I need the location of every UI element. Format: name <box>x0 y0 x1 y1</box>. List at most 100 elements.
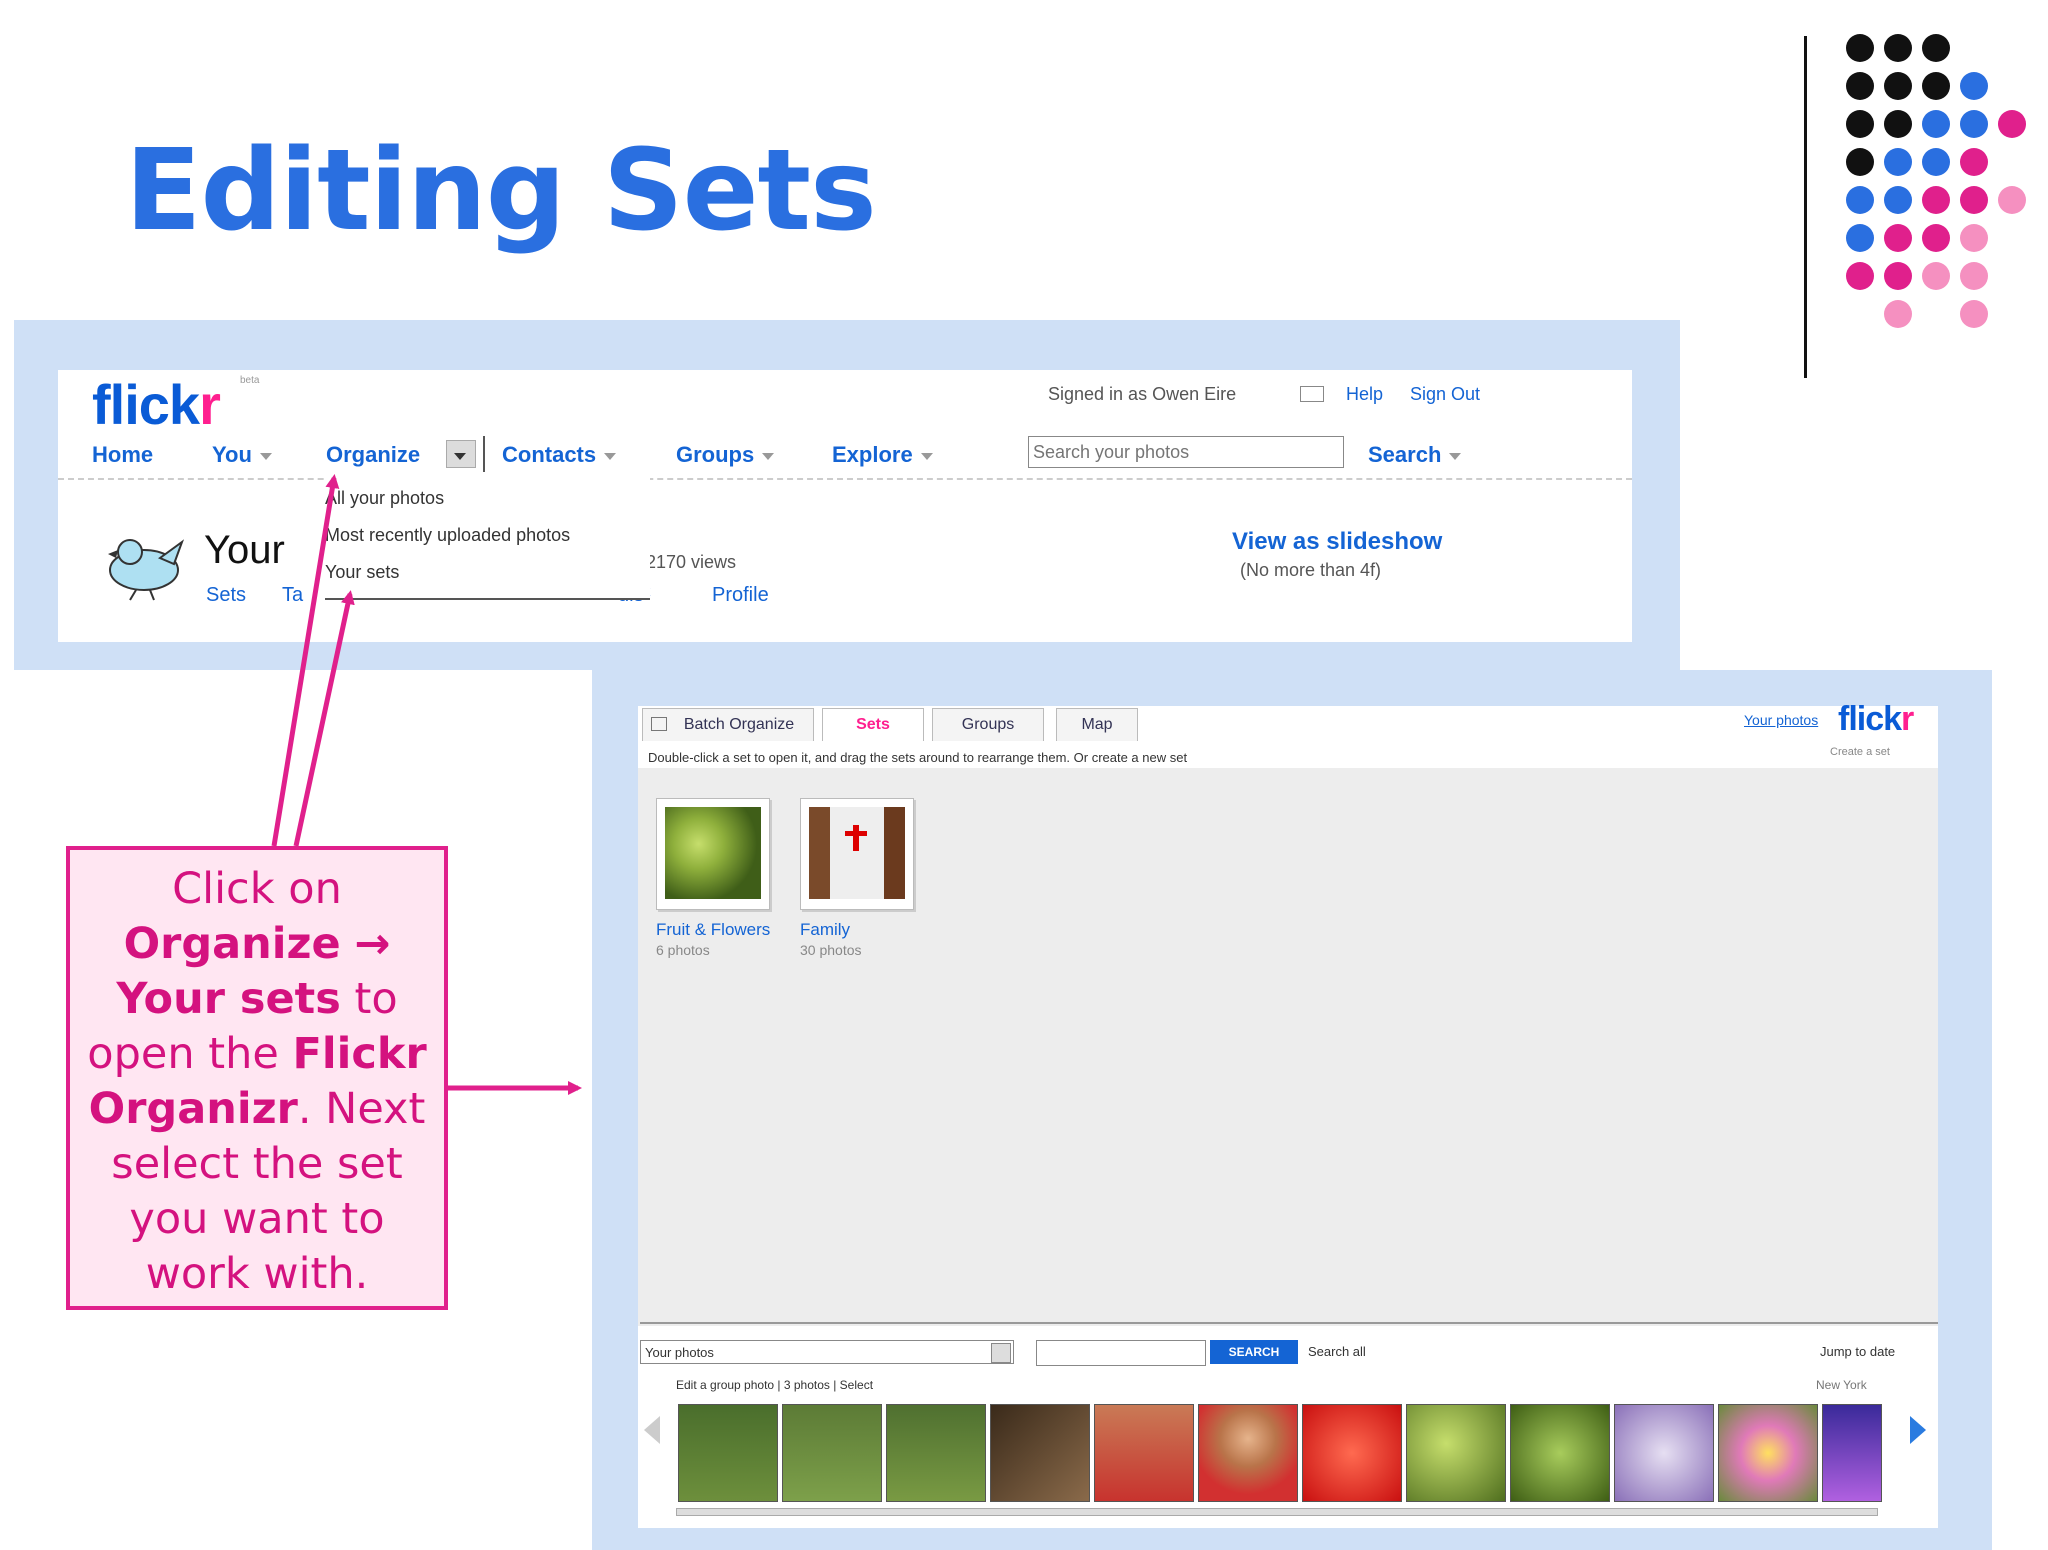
decorative-dot <box>1960 72 1988 100</box>
menu-item-your-sets[interactable]: Your sets <box>325 562 399 583</box>
chevron-down-icon[interactable] <box>991 1343 1011 1363</box>
chevron-down-icon[interactable] <box>920 452 933 460</box>
divider-line <box>1804 36 1807 378</box>
decorative-dot <box>1922 262 1950 290</box>
strip-scrollbar[interactable] <box>676 1508 1878 1516</box>
strip-photo[interactable] <box>1094 1404 1194 1502</box>
nav-separator <box>483 436 485 472</box>
set-cover-image <box>665 807 761 899</box>
scroll-left-icon[interactable] <box>644 1416 660 1444</box>
batch-organize-icon <box>651 717 667 731</box>
set-thumbnail-fruit-flowers[interactable] <box>656 798 770 910</box>
flickr-logo[interactable]: flickr <box>92 372 221 437</box>
nav-groups[interactable]: Groups <box>676 442 775 468</box>
nav-home[interactable]: Home <box>92 442 153 468</box>
nav-you[interactable]: You <box>212 442 272 468</box>
search-all-checkbox[interactable]: Search all <box>1308 1344 1366 1359</box>
jump-to-date[interactable]: Jump to date <box>1820 1344 1895 1359</box>
decorative-dot <box>1922 72 1950 100</box>
decorative-dot <box>1922 34 1950 62</box>
subnav-sets[interactable]: Sets <box>206 584 246 607</box>
flickr-logo-small[interactable]: flickr <box>1838 700 1914 739</box>
photo-filter-select[interactable]: Your photos <box>640 1340 1014 1364</box>
decorative-dot <box>1884 262 1912 290</box>
tab-map[interactable]: Map <box>1056 708 1138 741</box>
slideshow-note: (No more than 4f) <box>1240 560 1382 580</box>
strip-date: New York <box>1816 1378 1867 1392</box>
strip-photo[interactable] <box>678 1404 778 1502</box>
callout-line: Click on <box>172 864 342 914</box>
set-name-fruit-flowers[interactable]: Fruit & Flowers <box>656 920 770 940</box>
strip-divider <box>640 1322 1938 1324</box>
decorative-dot <box>1922 186 1950 214</box>
your-photos-link[interactable]: Your photos <box>1744 712 1818 728</box>
strip-photo[interactable] <box>886 1404 986 1502</box>
bird-icon <box>108 539 185 601</box>
slideshow-link[interactable]: View as slideshow <box>1232 528 1442 556</box>
chevron-down-icon[interactable] <box>604 452 617 460</box>
your-heading: Your <box>204 528 285 572</box>
nav-organize[interactable]: Organize <box>326 442 420 468</box>
create-set-corner[interactable]: Create a set <box>1830 746 1890 758</box>
decorative-dot <box>1998 186 2026 214</box>
scroll-right-icon[interactable] <box>1910 1416 1926 1444</box>
set-count: 30 photos <box>800 942 862 958</box>
decorative-dot <box>1884 224 1912 252</box>
decorative-dot <box>1922 224 1950 252</box>
decorative-dot <box>1846 110 1874 138</box>
callout-line: Your sets to <box>116 974 398 1024</box>
tab-sets[interactable]: Sets <box>822 708 924 741</box>
strip-photo[interactable] <box>1406 1404 1506 1502</box>
strip-photo[interactable] <box>1822 1404 1882 1502</box>
strip-photo[interactable] <box>1614 1404 1714 1502</box>
decorative-dot <box>1884 34 1912 62</box>
strip-photo[interactable] <box>990 1404 1090 1502</box>
search-input[interactable] <box>1028 436 1344 468</box>
instruction-callout: Click on Organize → Your sets to open th… <box>66 846 448 1310</box>
set-name-family[interactable]: Family <box>800 920 850 940</box>
decorative-dot <box>1846 34 1874 62</box>
organize-menu: All your photos Most recently uploaded p… <box>325 478 650 600</box>
menu-item-recent-uploads[interactable]: Most recently uploaded photos <box>325 525 570 546</box>
strip-photo[interactable] <box>1302 1404 1402 1502</box>
decorative-dot <box>1884 110 1912 138</box>
cross-mark <box>845 831 867 836</box>
set-cover-image <box>809 807 905 899</box>
strip-photo[interactable] <box>1510 1404 1610 1502</box>
strip-search-input[interactable] <box>1036 1340 1206 1366</box>
sign-out-link[interactable]: Sign Out <box>1410 384 1480 405</box>
help-link[interactable]: Help <box>1346 384 1383 405</box>
decorative-dot <box>1846 224 1874 252</box>
decorative-dot <box>1884 186 1912 214</box>
strip-info: Edit a group photo | 3 photos | Select <box>676 1378 874 1392</box>
callout-line: Organize → <box>123 919 391 969</box>
strip-photo[interactable] <box>1198 1404 1298 1502</box>
subnav-tags[interactable]: Ta <box>282 584 303 607</box>
strip-photo[interactable] <box>1718 1404 1818 1502</box>
strip-photo[interactable] <box>782 1404 882 1502</box>
tab-groups[interactable]: Groups <box>932 708 1044 741</box>
callout-line: work with. <box>145 1249 369 1299</box>
chevron-down-icon[interactable] <box>1449 452 1462 460</box>
nav-explore[interactable]: Explore <box>832 442 933 468</box>
tab-batch-organize[interactable]: Batch Organize <box>642 708 814 741</box>
decorative-dot <box>1884 300 1912 328</box>
nav-contacts[interactable]: Contacts <box>502 442 617 468</box>
organizr-instruction: Double-click a set to open it, and drag … <box>648 750 1188 765</box>
callout-line: Organizr. Next <box>88 1084 426 1134</box>
mail-icon[interactable] <box>1300 386 1324 402</box>
menu-item-all-photos[interactable]: All your photos <box>325 488 444 509</box>
beta-badge: beta <box>240 375 260 386</box>
decorative-dot <box>1846 262 1874 290</box>
strip-search-button[interactable]: SEARCH <box>1210 1340 1298 1364</box>
views-count: 2170 views <box>646 552 737 572</box>
decorative-dot <box>1960 110 1988 138</box>
decorative-dot <box>1922 148 1950 176</box>
set-thumbnail-family[interactable] <box>800 798 914 910</box>
chevron-down-icon[interactable] <box>259 452 272 460</box>
chevron-down-icon[interactable] <box>762 452 775 460</box>
subnav-profile[interactable]: Profile <box>712 584 769 607</box>
organize-dropdown-toggle[interactable] <box>446 440 476 468</box>
search-button[interactable]: Search <box>1368 442 1462 468</box>
callout-line: open the Flickr <box>87 1029 427 1079</box>
